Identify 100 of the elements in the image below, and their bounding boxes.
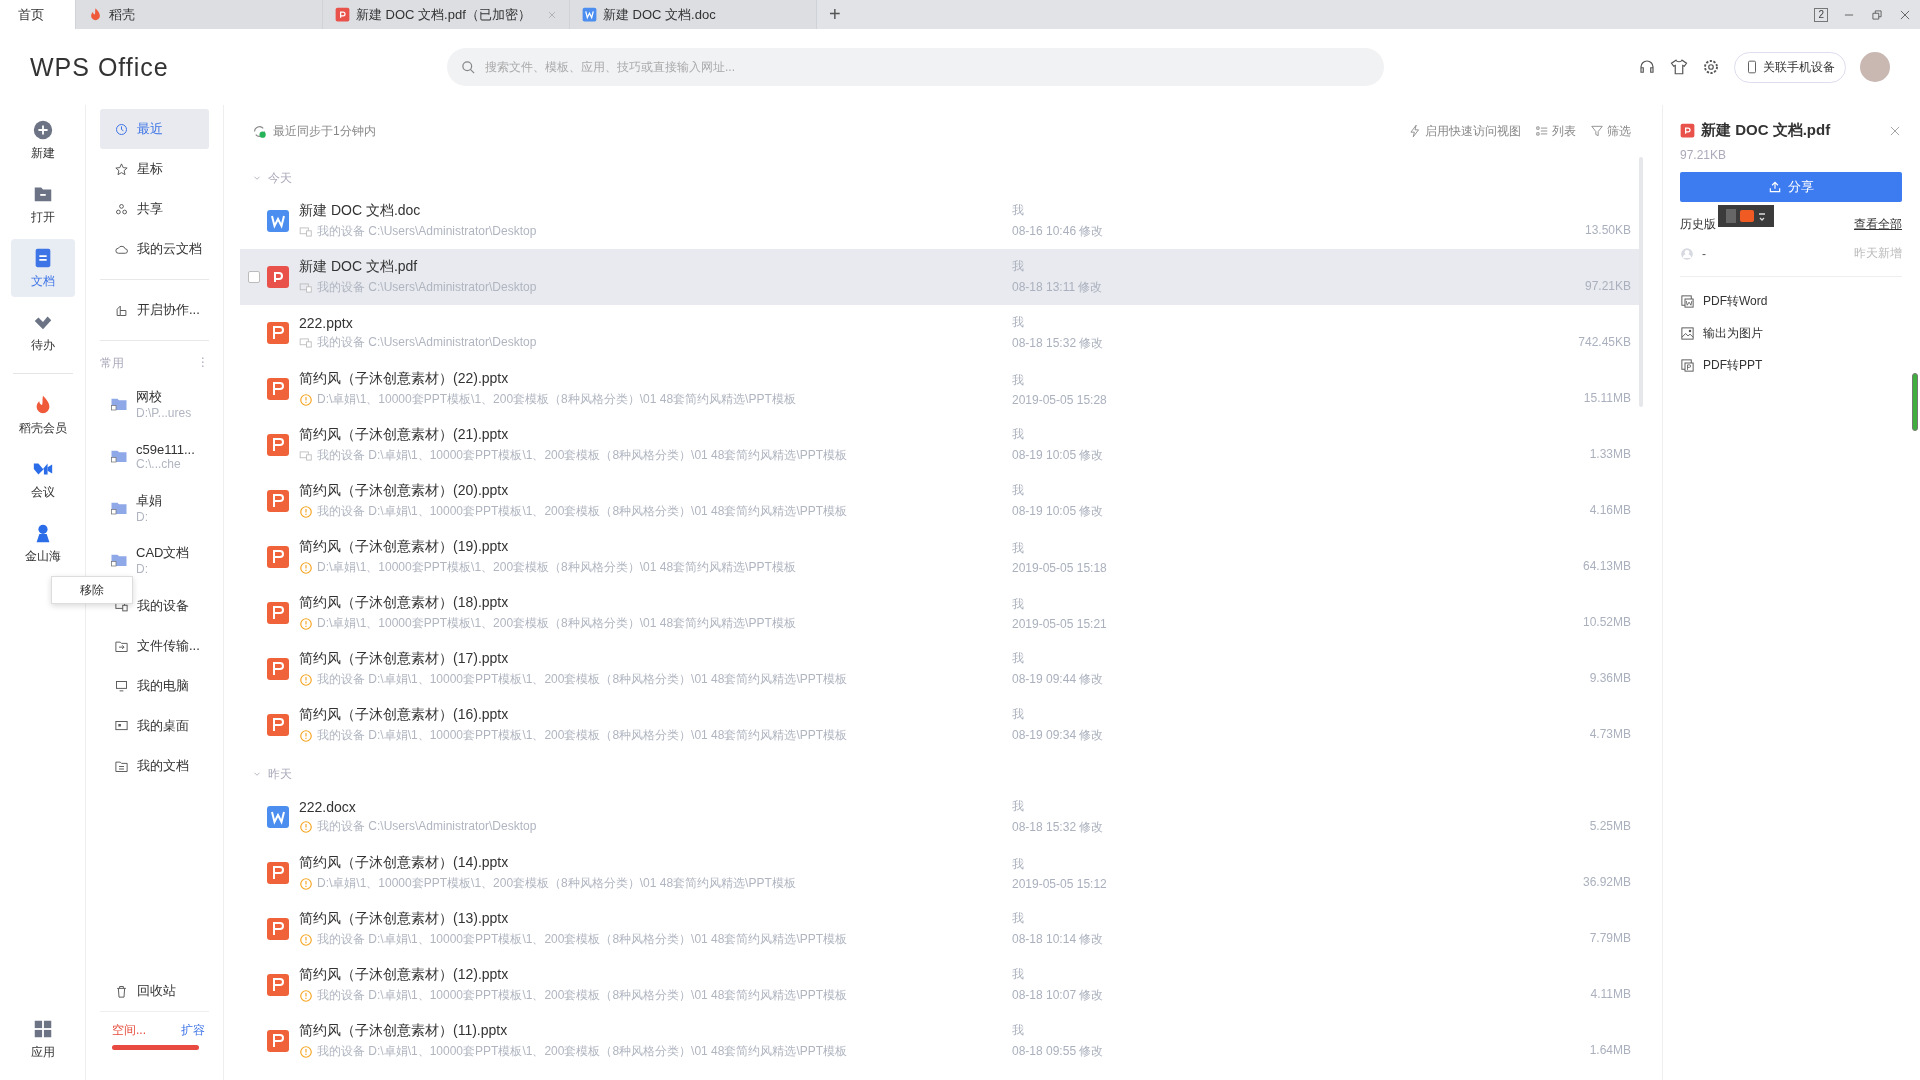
avatar[interactable] xyxy=(1860,52,1890,82)
file-size: 5.25MB xyxy=(1589,819,1631,835)
action-item[interactable]: PDF转Word xyxy=(1680,285,1902,317)
nav-item[interactable]: 文档 xyxy=(10,239,75,297)
action-item[interactable]: PDF转PPT xyxy=(1680,349,1902,381)
tab[interactable]: 新建 DOC 文档.pdf（已加密） xyxy=(323,0,570,29)
headset-icon[interactable] xyxy=(1638,58,1656,76)
file-size: 4.11MB xyxy=(1590,987,1631,1003)
file-owner: 我 xyxy=(1012,650,1025,667)
file-owner: 我 xyxy=(1012,539,1025,557)
file-size: 742.45KB xyxy=(1578,335,1631,351)
settings-icon[interactable] xyxy=(1702,58,1720,76)
shirt-icon[interactable] xyxy=(1670,58,1688,76)
presentation-file-icon xyxy=(266,917,290,941)
new-tab-button[interactable]: + xyxy=(817,3,853,26)
nav-item[interactable]: 会议 xyxy=(10,450,75,508)
sidebar-item[interactable]: 星标 xyxy=(100,149,209,189)
folder-name[interactable]: 卓娟 xyxy=(136,492,162,510)
plus-icon xyxy=(31,118,54,141)
file-path: 我的设备 D:\卓娟\1、10000套PPT模板\1、200套模板（8种风格分类）\01 48套简约风精选\PPT模板 xyxy=(317,987,848,1004)
nav-item[interactable]: 金山海 xyxy=(10,514,75,572)
presentation-file-icon xyxy=(266,321,290,345)
link-phone-button[interactable]: 关联手机设备 xyxy=(1734,51,1846,83)
file-size: 4.73MB xyxy=(1589,727,1631,743)
sidebar-item[interactable]: 文件传输... xyxy=(100,626,209,666)
version-note: 昨天新增 xyxy=(1854,245,1902,262)
search-field[interactable]: 搜索文件、模板、应用、技巧或直接输入网址... xyxy=(447,48,1384,86)
file-row[interactable]: 简约风（子沐创意素材）(17).pptx 我的设备 D:\卓娟\1、10000套PPT模板\1、200套模板（8种风格分类）\01 48套简约风精选\PPT模板 我 08-19 09:44 修改 9.36MB xyxy=(240,641,1639,697)
storage-link[interactable]: 空间... xyxy=(112,1022,146,1039)
file-size: 97.21KB xyxy=(1680,148,1728,162)
tab[interactable]: 首页 xyxy=(0,0,76,29)
nav-item[interactable]: 打开 xyxy=(10,175,75,233)
toolbar-button[interactable]: 列表 xyxy=(1535,122,1576,140)
file-row[interactable]: 新建 DOC 文档.doc 我的设备 C:\Users\Administrator\Desktop 我 08-16 10:46 修改 13.50KB xyxy=(240,193,1639,249)
checkbox[interactable] xyxy=(248,271,260,283)
file-row[interactable]: 简约风（子沐创意素材）(14).pptx D:\卓娟\1、10000套PPT模板\1、200套模板（8种风格分类）\01 48套简约风精选\PPT模板 我 2019-05-05 15:12 36.92MB xyxy=(240,845,1639,901)
folder-name[interactable]: CAD文档 xyxy=(136,544,190,562)
file-owner: 我 xyxy=(1012,371,1025,389)
pdf-file-icon xyxy=(335,7,350,22)
toolbar-button[interactable]: 筛选 xyxy=(1590,122,1631,140)
modified-time: 08-19 09:44 修改 xyxy=(1012,671,1105,688)
file-row[interactable]: 简约风（子沐创意素材）(12).pptx 我的设备 D:\卓娟\1、10000套PPT模板\1、200套模板（8种风格分类）\01 48套简约风精选\PPT模板 我 08-18 10:07 修改 4.11MB xyxy=(240,957,1639,1013)
nav-item[interactable]: 稻壳会员 xyxy=(10,386,75,444)
file-name: 简约风（子沐创意素材）(14).pptx xyxy=(299,854,510,872)
sidebar-item[interactable]: 我的桌面 xyxy=(100,706,209,746)
nav-item[interactable]: 待办 xyxy=(10,303,75,361)
file-row[interactable]: 简约风（子沐创意素材）(13).pptx 我的设备 D:\卓娟\1、10000套PPT模板\1、200套模板（8种风格分类）\01 48套简约风精选\PPT模板 我 08-18 10:14 修改 7.79MB xyxy=(240,901,1639,957)
restore-icon[interactable] xyxy=(1870,7,1884,22)
scroll-handle[interactable] xyxy=(1912,373,1918,431)
file-name: 简约风（子沐创意素材）(12).pptx xyxy=(299,966,510,984)
sidebar-item[interactable]: 回收站 xyxy=(100,971,209,1011)
file-size: 1.33MB xyxy=(1589,447,1631,463)
file-name: 222.pptx xyxy=(299,315,354,331)
file-row[interactable]: 简约风（子沐创意素材）(21).pptx 我的设备 D:\卓娟\1、10000套PPT模板\1、200套模板（8种风格分类）\01 48套简约风精选\PPT模板 我 08-19 10:05 修改 1.33MB xyxy=(240,417,1639,473)
sidebar-item[interactable]: 我的云文档 xyxy=(100,229,209,269)
toolbar-button[interactable]: 启用快速访问视图 xyxy=(1408,122,1521,140)
sidebar-item[interactable]: 最近 xyxy=(100,109,209,149)
nav-item[interactable]: 应用 xyxy=(10,1010,75,1068)
share-button[interactable]: 分享 xyxy=(1680,172,1902,202)
tab[interactable]: 新建 DOC 文档.doc xyxy=(570,0,817,29)
action-item[interactable]: 输出为图片 xyxy=(1680,317,1902,349)
folder-name[interactable]: 网校 xyxy=(136,388,192,406)
modified-time: 2019-05-05 15:12 xyxy=(1012,876,1108,891)
modified-time: 08-18 10:14 修改 xyxy=(1012,931,1105,948)
nav-item[interactable]: 新建 xyxy=(10,111,75,169)
sidebar-item[interactable]: 我的电脑 xyxy=(100,666,209,706)
convert-word-icon xyxy=(1680,293,1695,309)
expand-link[interactable]: 扩容 xyxy=(181,1022,205,1039)
phone-icon xyxy=(1745,60,1759,74)
sync-status: 最近同步于1分钟内 xyxy=(273,122,376,140)
folder-name[interactable]: c59e111... xyxy=(136,441,195,457)
window-count-badge[interactable]: 2 xyxy=(1814,7,1828,22)
modified-time: 08-19 10:05 修改 xyxy=(1012,447,1105,464)
menu-item[interactable]: 移除 xyxy=(80,581,104,599)
file-name: 简约风（子沐创意素材）(21).pptx xyxy=(299,426,510,444)
file-row[interactable]: 简约风（子沐创意素材）(19).pptx D:\卓娟\1、10000套PPT模板\1、200套模板（8种风格分类）\01 48套简约风精选\PPT模板 我 2019-05-05 15:18 64.13MB xyxy=(240,529,1639,585)
view-all-link[interactable]: 查看全部 xyxy=(1854,216,1902,233)
file-path: 我的设备 D:\卓娟\1、10000套PPT模板\1、200套模板（8种风格分类）\01 48套简约风精选\PPT模板 xyxy=(317,1043,848,1060)
sidebar-item[interactable]: 开启协作... xyxy=(100,290,209,330)
sync-icon xyxy=(252,123,267,139)
sidebar-item[interactable]: 共享 xyxy=(100,189,209,229)
presentation-file-icon xyxy=(266,713,290,737)
modified-time: 08-19 09:34 修改 xyxy=(1012,727,1105,744)
file-row[interactable]: 简约风（子沐创意素材）(11).pptx 我的设备 D:\卓娟\1、10000套PPT模板\1、200套模板（8种风格分类）\01 48套简约风精选\PPT模板 我 08-18 09:55 修改 1.64MB xyxy=(240,1013,1639,1069)
file-owner: 我 xyxy=(1012,258,1025,275)
file-name: 新建 DOC 文档.doc xyxy=(299,202,422,220)
ime-toolbar[interactable] xyxy=(1726,209,1766,223)
file-row[interactable]: 简约风（子沐创意素材）(22).pptx D:\卓娟\1、10000套PPT模板\1、200套模板（8种风格分类）\01 48套简约风精选\PPT模板 我 2019-05-05 15:28 15.11MB xyxy=(240,361,1639,417)
file-row[interactable]: 简约风（子沐创意素材）(20).pptx 我的设备 D:\卓娟\1、10000套PPT模板\1、200套模板（8种风格分类）\01 48套简约风精选\PPT模板 我 08-19 10:05 修改 4.16MB xyxy=(240,473,1639,529)
file-path: 我的设备 D:\卓娟\1、10000套PPT模板\1、200套模板（8种风格分类）\01 48套简约风精选\PPT模板 xyxy=(317,671,848,688)
modified-time: 08-18 13:11 修改 xyxy=(1012,279,1104,296)
file-row[interactable]: 简约风（子沐创意素材）(18).pptx D:\卓娟\1、10000套PPT模板\1、200套模板（8种风格分类）\01 48套简约风精选\PPT模板 我 2019-05-05 15:21 10.52MB xyxy=(240,585,1639,641)
file-row[interactable]: 222.docx 我的设备 C:\Users\Administrator\Desktop 我 08-18 15:32 修改 5.25MB xyxy=(240,789,1639,845)
sidebar-item[interactable]: 我的文档 xyxy=(100,746,209,786)
share-icon xyxy=(114,201,129,217)
search-icon xyxy=(461,60,476,75)
file-row[interactable]: 简约风（子沐创意素材）(16).pptx 我的设备 D:\卓娟\1、10000套PPT模板\1、200套模板（8种风格分类）\01 48套简约风精选\PPT模板 我 08-19 09:34 修改 4.73MB xyxy=(240,697,1639,753)
file-row[interactable]: 222.pptx 我的设备 C:\Users\Administrator\Desktop 我 08-18 15:32 修改 742.45KB xyxy=(240,305,1639,361)
file-owner: 我 xyxy=(1012,202,1025,219)
tab[interactable]: 稻壳 xyxy=(76,0,323,29)
